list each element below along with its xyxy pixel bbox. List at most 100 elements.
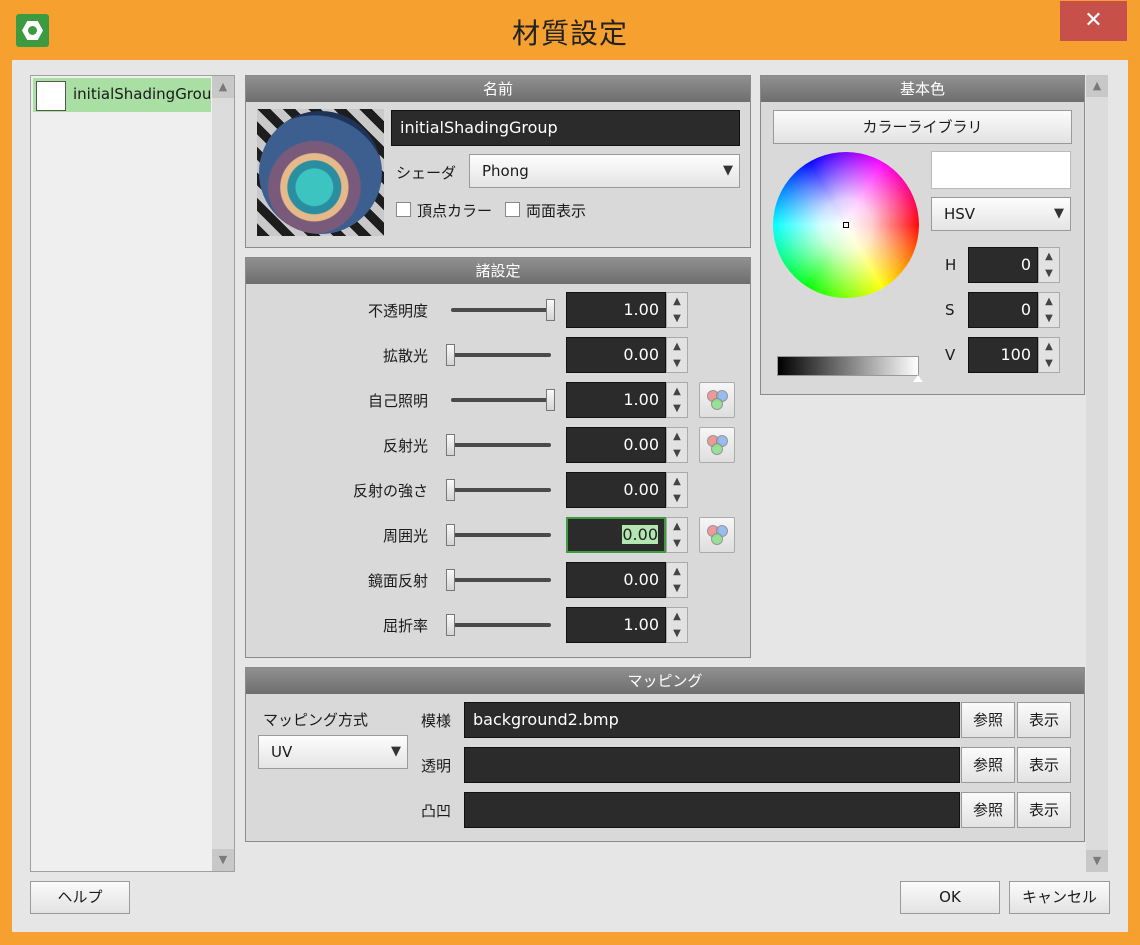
spin-up-icon[interactable]: ▲: [1039, 293, 1059, 310]
setting-slider-track[interactable]: [451, 488, 551, 492]
spin-down-icon[interactable]: ▼: [1039, 265, 1059, 282]
list-scrollbar[interactable]: ▲ ▼: [212, 76, 234, 871]
setting-spinner[interactable]: ▲ ▼: [666, 607, 688, 643]
ok-button[interactable]: OK: [900, 881, 1000, 914]
close-button[interactable]: ✕: [1060, 1, 1127, 41]
browse-button[interactable]: 参照: [961, 792, 1015, 828]
setting-slider-thumb[interactable]: [446, 434, 455, 456]
scroll-down-icon[interactable]: ▼: [1086, 850, 1108, 872]
rgb-circles-icon: [707, 390, 729, 412]
mapping-file-input[interactable]: [464, 747, 960, 783]
texture-button[interactable]: [699, 427, 735, 463]
h-input[interactable]: 0: [968, 247, 1038, 283]
setting-value-input[interactable]: 1.00: [566, 607, 666, 643]
setting-slider-thumb[interactable]: [546, 299, 555, 321]
setting-slider-thumb[interactable]: [446, 614, 455, 636]
setting-slider-track[interactable]: [451, 533, 551, 537]
s-input[interactable]: 0: [968, 292, 1038, 328]
setting-slider-track[interactable]: [451, 623, 551, 627]
s-spinner[interactable]: ▲ ▼: [1038, 292, 1060, 328]
browse-button[interactable]: 参照: [961, 702, 1015, 738]
cancel-button[interactable]: キャンセル: [1009, 881, 1110, 914]
setting-spinner[interactable]: ▲ ▼: [666, 562, 688, 598]
color-picker-marker[interactable]: [843, 222, 849, 228]
name-panel: 名前 initialShadingGroup シェーダ Phong ▼ 頂点カラ…: [245, 75, 751, 248]
setting-spinner[interactable]: ▲ ▼: [666, 472, 688, 508]
texture-button[interactable]: [699, 382, 735, 418]
help-button[interactable]: ヘルプ: [30, 881, 130, 914]
spin-up-icon[interactable]: ▲: [667, 383, 687, 400]
spin-down-icon[interactable]: ▼: [667, 535, 687, 552]
setting-slider-track[interactable]: [451, 443, 551, 447]
material-swatch: [36, 81, 66, 111]
v-spinner[interactable]: ▲ ▼: [1038, 337, 1060, 373]
spin-up-icon[interactable]: ▲: [667, 293, 687, 310]
setting-slider-thumb[interactable]: [446, 524, 455, 546]
setting-slider-thumb[interactable]: [446, 344, 455, 366]
shader-dropdown[interactable]: Phong ▼: [469, 154, 740, 188]
color-library-button[interactable]: カラーライブラリ: [773, 110, 1072, 144]
v-input[interactable]: 100: [968, 337, 1038, 373]
setting-spinner[interactable]: ▲ ▼: [666, 427, 688, 463]
setting-value-input[interactable]: 0.00: [566, 427, 666, 463]
texture-button[interactable]: [699, 517, 735, 553]
double-sided-checkbox[interactable]: [505, 202, 520, 217]
setting-spinner[interactable]: ▲ ▼: [666, 382, 688, 418]
spin-down-icon[interactable]: ▼: [667, 310, 687, 327]
setting-spinner[interactable]: ▲ ▼: [666, 292, 688, 328]
setting-spinner[interactable]: ▲ ▼: [666, 517, 688, 553]
spin-up-icon[interactable]: ▲: [667, 428, 687, 445]
mapping-method-dropdown[interactable]: UV ▼: [258, 735, 408, 769]
spin-up-icon[interactable]: ▲: [667, 563, 687, 580]
spin-down-icon[interactable]: ▼: [667, 400, 687, 417]
setting-value-input[interactable]: 0.00: [566, 562, 666, 598]
setting-slider-thumb[interactable]: [546, 389, 555, 411]
spin-down-icon[interactable]: ▼: [667, 445, 687, 462]
spin-down-icon[interactable]: ▼: [1039, 355, 1059, 372]
setting-value-input[interactable]: 0.00: [566, 517, 666, 553]
spin-up-icon[interactable]: ▲: [667, 518, 687, 535]
mapping-file-input[interactable]: background2.bmp: [464, 702, 960, 738]
spin-down-icon[interactable]: ▼: [667, 355, 687, 372]
spin-down-icon[interactable]: ▼: [667, 490, 687, 507]
scroll-down-icon[interactable]: ▼: [212, 849, 234, 871]
vertex-color-checkbox[interactable]: [396, 202, 411, 217]
setting-slider-track[interactable]: [451, 353, 551, 357]
list-item[interactable]: initialShadingGroup: [33, 78, 221, 112]
setting-slider-thumb[interactable]: [446, 479, 455, 501]
spin-up-icon[interactable]: ▲: [1039, 248, 1059, 265]
setting-value-input[interactable]: 1.00: [566, 292, 666, 328]
spin-up-icon[interactable]: ▲: [1039, 338, 1059, 355]
show-button[interactable]: 表示: [1017, 702, 1071, 738]
main-scrollbar[interactable]: ▲ ▼: [1086, 75, 1108, 872]
color-wheel[interactable]: [773, 152, 919, 298]
spin-down-icon[interactable]: ▼: [667, 625, 687, 642]
h-spinner[interactable]: ▲ ▼: [1038, 247, 1060, 283]
mapping-file-input[interactable]: [464, 792, 960, 828]
setting-label: 自己照明: [367, 392, 428, 410]
setting-value-input[interactable]: 0.00: [566, 472, 666, 508]
setting-spinner[interactable]: ▲ ▼: [666, 337, 688, 373]
show-button[interactable]: 表示: [1017, 747, 1071, 783]
color-mode-dropdown[interactable]: HSV ▼: [931, 197, 1071, 231]
setting-slider-track[interactable]: [451, 398, 551, 402]
scroll-up-icon[interactable]: ▲: [212, 76, 234, 98]
setting-label: 周囲光: [382, 527, 428, 545]
material-name-input[interactable]: initialShadingGroup: [391, 110, 740, 146]
spin-down-icon[interactable]: ▼: [667, 580, 687, 597]
setting-value-input[interactable]: 0.00: [566, 337, 666, 373]
spin-down-icon[interactable]: ▼: [1039, 310, 1059, 327]
scroll-up-icon[interactable]: ▲: [1086, 75, 1108, 97]
spin-up-icon[interactable]: ▲: [667, 608, 687, 625]
title-bar[interactable]: 材質設定 ✕: [0, 0, 1140, 58]
spin-up-icon[interactable]: ▲: [667, 473, 687, 490]
setting-value-input[interactable]: 1.00: [566, 382, 666, 418]
show-button[interactable]: 表示: [1017, 792, 1071, 828]
spin-up-icon[interactable]: ▲: [667, 338, 687, 355]
value-gradient-slider[interactable]: [777, 356, 919, 376]
setting-slider-thumb[interactable]: [446, 569, 455, 591]
value-slider-marker-icon[interactable]: [913, 375, 923, 382]
browse-button[interactable]: 参照: [961, 747, 1015, 783]
setting-slider-track[interactable]: [451, 308, 551, 312]
setting-slider-track[interactable]: [451, 578, 551, 582]
